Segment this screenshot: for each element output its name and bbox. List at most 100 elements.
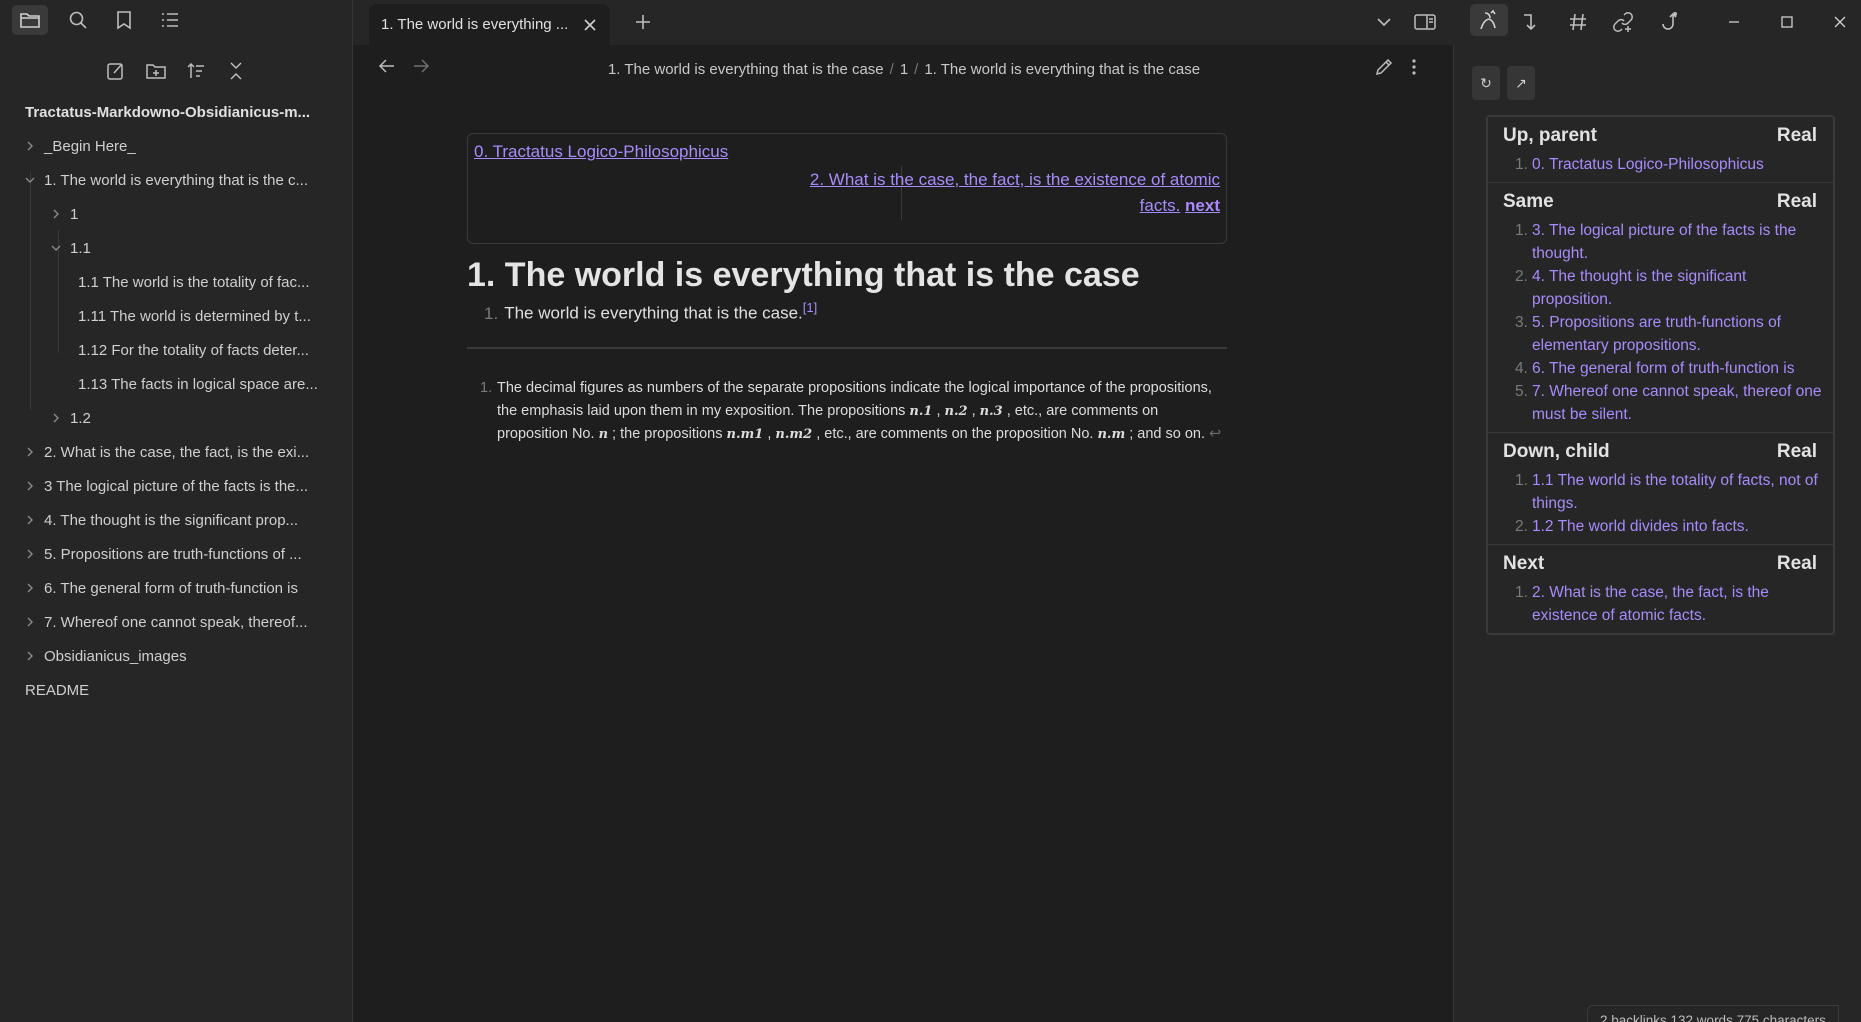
next-label[interactable]: next bbox=[1185, 196, 1220, 215]
tree-item-label: Obsidianicus_images bbox=[44, 647, 187, 665]
tree-folder-7[interactable]: 7. Whereof one cannot speak, thereof... bbox=[22, 606, 332, 638]
footnote-text-part: , bbox=[967, 403, 980, 419]
breadcrumb-item[interactable]: 1. The world is everything that is the c… bbox=[608, 61, 884, 78]
breadcrumb-item[interactable]: 1 bbox=[900, 61, 908, 78]
link-text[interactable]: 5. Propositions are truth-functions of e… bbox=[1532, 314, 1781, 354]
list-item[interactable]: 2. 4. The thought is the significant prop… bbox=[1488, 265, 1833, 311]
tree-folder-3[interactable]: 3 The logical picture of the facts is th… bbox=[22, 470, 332, 502]
tab-active[interactable]: 1. The world is everything ... bbox=[369, 4, 610, 45]
vault-name[interactable]: Tractatus-Markdowno-Obsidianicus-m... bbox=[25, 104, 310, 121]
tree-folder-2[interactable]: 2. What is the case, the fact, is the ex… bbox=[22, 436, 332, 468]
tree-folder-1-1[interactable]: 1.1 bbox=[48, 232, 91, 264]
link-text[interactable]: 1.1 The world is the totality of facts, … bbox=[1532, 472, 1818, 512]
list-item[interactable]: 2. 1.2 The world divides into facts. bbox=[1488, 515, 1833, 538]
link-plus-icon[interactable] bbox=[1610, 8, 1638, 36]
link-text[interactable]: 1.2 The world divides into facts. bbox=[1532, 518, 1749, 535]
open-external-button[interactable]: ↗ bbox=[1507, 66, 1535, 100]
section-title: Up, parent bbox=[1503, 125, 1597, 146]
tree-item-label: 1.12 For the totality of facts deter... bbox=[78, 341, 309, 359]
next-link-text[interactable]: 2. What is the case, the fact, is the ex… bbox=[810, 170, 1220, 189]
breadcrumb-item[interactable]: 1. The world is everything that is the c… bbox=[924, 61, 1200, 78]
right-sidebar: ↻ ↗ Up, parent Real 1. 0. Tractatus Logico… bbox=[1453, 45, 1861, 1022]
footnote-backref-icon[interactable]: ↩ bbox=[1209, 426, 1221, 442]
tree-item-label: 1.11 The world is determined by t... bbox=[78, 307, 311, 325]
breadcrumbs-plugin-icon[interactable] bbox=[1470, 4, 1508, 36]
tree-item-label: 1.1 The world is the totality of fac... bbox=[78, 273, 310, 291]
tree-file-1-12[interactable]: 1.12 For the totality of facts deter... bbox=[78, 334, 333, 366]
next-link[interactable]: 2. What is the case, the fact, is the ex… bbox=[790, 167, 1220, 219]
footnote-text-part: , bbox=[932, 403, 945, 419]
tree-item-label: 2. What is the case, the fact, is the ex… bbox=[44, 443, 310, 461]
tree-item-label: README bbox=[25, 681, 90, 699]
tree-folder-images[interactable]: Obsidianicus_images bbox=[22, 640, 187, 672]
next-link-text[interactable]: facts. bbox=[1140, 196, 1181, 215]
maximize-icon[interactable] bbox=[1773, 8, 1801, 36]
chevron-right-icon bbox=[22, 478, 38, 494]
tree-item-label: 1.13 The facts in logical space are... bbox=[78, 375, 318, 393]
list-item[interactable]: 1. 1.1 The world is the totality of facts… bbox=[1488, 469, 1833, 515]
tree-folder-1[interactable]: 1. The world is everything that is the c… bbox=[22, 164, 332, 196]
tree-item-label: 5. Propositions are truth-functions of .… bbox=[44, 545, 302, 563]
more-options-icon[interactable] bbox=[1411, 57, 1417, 77]
tree-file-1-11[interactable]: 1.11 The world is determined by t... bbox=[78, 300, 333, 332]
footnote-text-part: ; the propositions bbox=[608, 426, 727, 442]
tree-folder-1-sub[interactable]: 1 bbox=[48, 198, 78, 230]
tree-folder-begin-here[interactable]: _Begin Here_ bbox=[22, 130, 136, 162]
collapse-all-icon[interactable] bbox=[220, 57, 252, 85]
search-icon[interactable] bbox=[60, 5, 96, 35]
outline-icon[interactable] bbox=[152, 5, 188, 35]
link-text[interactable]: 2. What is the case, the fact, is the ex… bbox=[1532, 584, 1769, 624]
hook-icon[interactable] bbox=[1657, 8, 1685, 36]
file-explorer-icon[interactable] bbox=[12, 5, 48, 35]
section-title: Same bbox=[1503, 191, 1554, 212]
footnote-number: 1. bbox=[480, 380, 493, 396]
list-item[interactable]: 1. 2. What is the case, the fact, is the … bbox=[1488, 581, 1833, 627]
math: n.3 bbox=[979, 404, 1003, 419]
edit-pencil-icon[interactable] bbox=[1374, 57, 1394, 77]
tree-folder-6[interactable]: 6. The general form of truth-function is bbox=[22, 572, 332, 604]
link-text[interactable]: 0. Tractatus Logico-Philosophicus bbox=[1532, 156, 1764, 173]
tab-title: 1. The world is everything ... bbox=[381, 16, 569, 33]
sort-icon[interactable] bbox=[180, 57, 212, 85]
tab-list-chevron-icon[interactable] bbox=[1370, 8, 1398, 36]
explorer-toolbar bbox=[100, 57, 252, 85]
hashtag-icon[interactable] bbox=[1564, 8, 1592, 36]
footnote-ref[interactable]: [1] bbox=[803, 300, 817, 315]
chevron-right-icon bbox=[22, 444, 38, 460]
refresh-button[interactable]: ↻ bbox=[1472, 66, 1500, 100]
up-link[interactable]: 0. Tractatus Logico-Philosophicus bbox=[474, 142, 728, 162]
list-item[interactable]: 3. 5. Propositions are truth-functions of… bbox=[1488, 311, 1833, 357]
chevron-right-icon bbox=[22, 138, 38, 154]
chevron-down-icon bbox=[48, 240, 64, 256]
new-folder-icon[interactable] bbox=[140, 57, 172, 85]
footnote-divider bbox=[467, 347, 1227, 349]
tree-file-readme[interactable]: README bbox=[25, 674, 89, 706]
minimize-icon[interactable] bbox=[1720, 8, 1748, 36]
bookmark-icon[interactable] bbox=[106, 5, 142, 35]
jump-down-icon[interactable] bbox=[1517, 8, 1545, 36]
link-text[interactable]: 4. The thought is the significant propos… bbox=[1532, 268, 1746, 308]
list-item[interactable]: 1. 0. Tractatus Logico-Philosophicus bbox=[1488, 153, 1833, 176]
section-down-child: Down, child Real 1. 1.1 The world is the t… bbox=[1488, 433, 1833, 545]
close-tab-icon[interactable] bbox=[582, 17, 598, 33]
list-item[interactable]: 4. 6. The general form of truth-function … bbox=[1488, 357, 1833, 380]
close-window-icon[interactable] bbox=[1826, 8, 1854, 36]
tree-folder-4[interactable]: 4. The thought is the significant prop..… bbox=[22, 504, 332, 536]
list-number: 1. bbox=[1515, 156, 1528, 173]
toggle-right-sidebar-icon[interactable] bbox=[1411, 8, 1439, 36]
new-tab-icon[interactable] bbox=[631, 10, 655, 34]
tree-item-label: 6. The general form of truth-function is bbox=[44, 579, 299, 597]
tree-folder-5[interactable]: 5. Propositions are truth-functions of .… bbox=[22, 538, 332, 570]
link-text[interactable]: 7. Whereof one cannot speak, thereof one… bbox=[1532, 383, 1822, 423]
tree-file-1-13[interactable]: 1.13 The facts in logical space are... bbox=[78, 368, 333, 400]
list-item[interactable]: 5. 7. Whereof one cannot speak, thereof o… bbox=[1488, 380, 1833, 426]
link-text[interactable]: 3. The logical picture of the facts is t… bbox=[1532, 222, 1796, 262]
list-item[interactable]: 1. 3. The logical picture of the facts is… bbox=[1488, 219, 1833, 265]
list-number: 3. bbox=[1515, 314, 1528, 331]
link-text[interactable]: 6. The general form of truth-function is bbox=[1532, 360, 1795, 377]
tree-file-1-1[interactable]: 1.1 The world is the totality of fac... bbox=[78, 266, 333, 298]
status-bar: 2 backlinks 132 words 775 characters bbox=[1587, 1005, 1839, 1022]
tree-folder-1-2[interactable]: 1.2 bbox=[48, 402, 91, 434]
chevron-right-icon bbox=[22, 580, 38, 596]
new-note-icon[interactable] bbox=[100, 57, 132, 85]
